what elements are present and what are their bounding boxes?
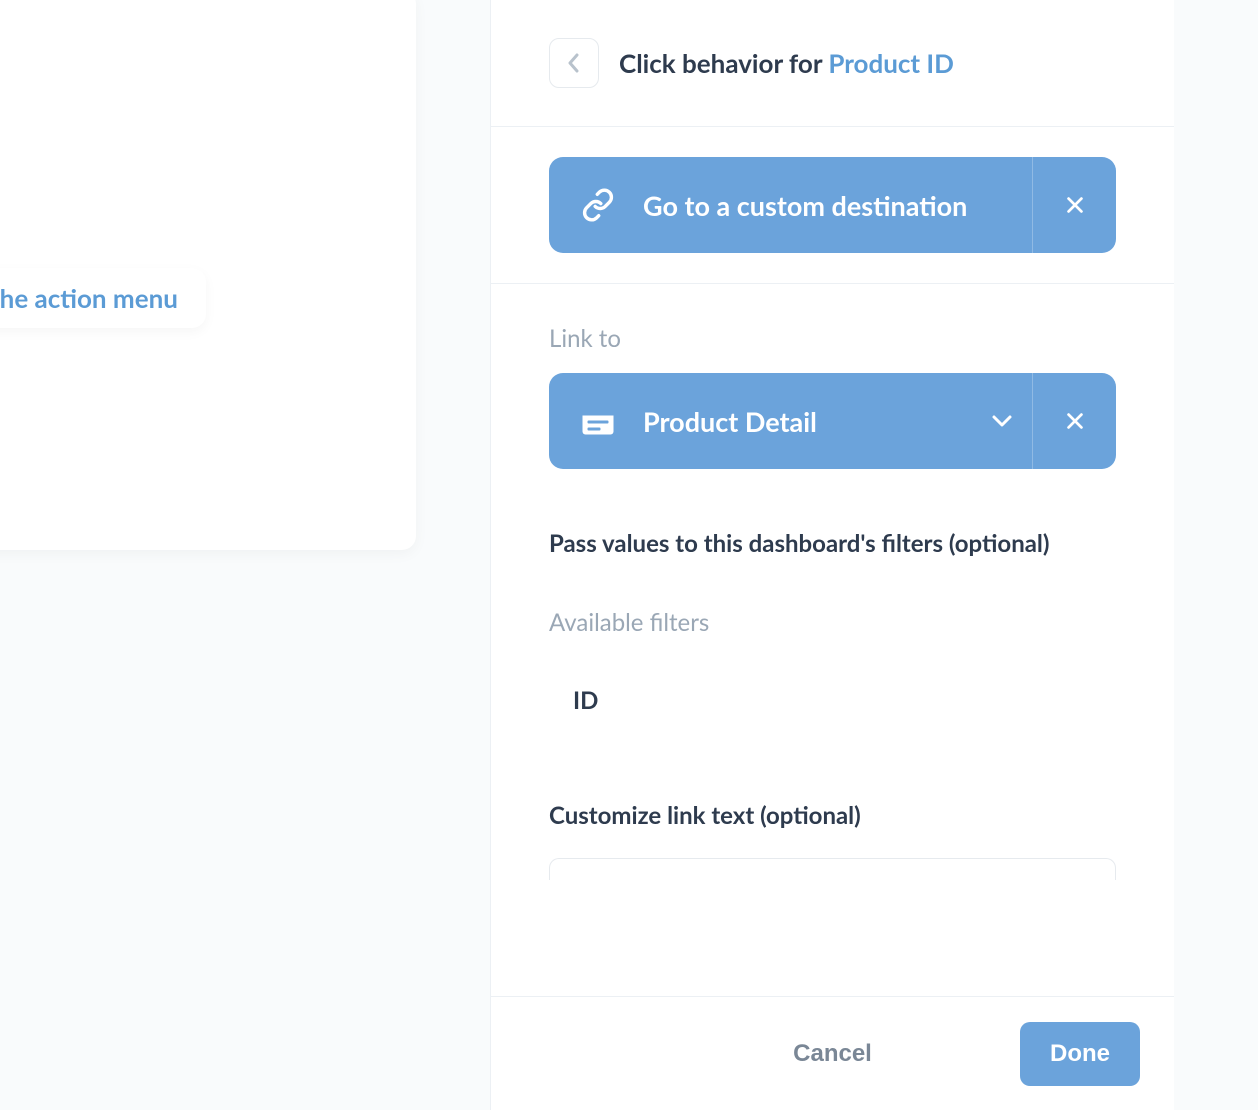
pass-values-section: Pass values to this dashboard's filters …: [491, 499, 1174, 588]
back-button[interactable]: [549, 38, 599, 88]
link-to-value: Product Detail: [643, 405, 817, 438]
link-to-clear-button[interactable]: [1032, 373, 1116, 469]
chevron-down-icon: [991, 414, 1013, 428]
available-filters-label: Available filters: [549, 608, 1116, 637]
close-icon: [1064, 194, 1086, 216]
behavior-clear-button[interactable]: [1032, 157, 1116, 253]
close-icon: [1064, 410, 1086, 432]
dashboard-icon: [581, 404, 615, 438]
behavior-selector-main[interactable]: Go to a custom destination: [549, 157, 1032, 253]
done-button[interactable]: Done: [1020, 1022, 1140, 1086]
link-to-selector-main[interactable]: Product Detail: [549, 373, 972, 469]
panel-title-column[interactable]: Product ID: [828, 47, 954, 79]
panel-title: Click behavior for Product ID: [619, 47, 954, 79]
click-behavior-panel: Click behavior for Product ID Go to a cu…: [490, 0, 1174, 1110]
link-to-dropdown-toggle[interactable]: [972, 373, 1032, 469]
panel-title-prefix: Click behavior for: [619, 47, 828, 79]
filter-chip-label: ID: [573, 686, 598, 715]
pass-values-heading: Pass values to this dashboard's filters …: [549, 529, 1116, 558]
panel-header: Click behavior for Product ID: [491, 0, 1174, 127]
behavior-selector[interactable]: Go to a custom destination: [549, 157, 1116, 253]
chevron-left-icon: [567, 53, 581, 73]
customize-link-text-heading: Customize link text (optional): [549, 801, 1116, 830]
link-text-input[interactable]: [549, 858, 1116, 880]
link-to-section: Link to Product Detail: [491, 284, 1174, 499]
behavior-label: Go to a custom destination: [643, 189, 967, 222]
available-filters-section: Available filters ID: [491, 588, 1174, 761]
action-menu-label: the action menu: [0, 282, 178, 314]
link-to-selector[interactable]: Product Detail: [549, 373, 1116, 469]
behavior-section: Go to a custom destination: [491, 127, 1174, 284]
cancel-button[interactable]: Cancel: [793, 1040, 872, 1068]
link-icon: [581, 188, 615, 222]
customize-link-text-section: Customize link text (optional): [491, 761, 1174, 830]
link-to-label: Link to: [549, 324, 1116, 353]
panel-footer: Cancel Done: [491, 996, 1174, 1110]
action-menu-option[interactable]: the action menu: [0, 268, 206, 328]
filter-chip-id[interactable]: ID: [549, 669, 622, 731]
